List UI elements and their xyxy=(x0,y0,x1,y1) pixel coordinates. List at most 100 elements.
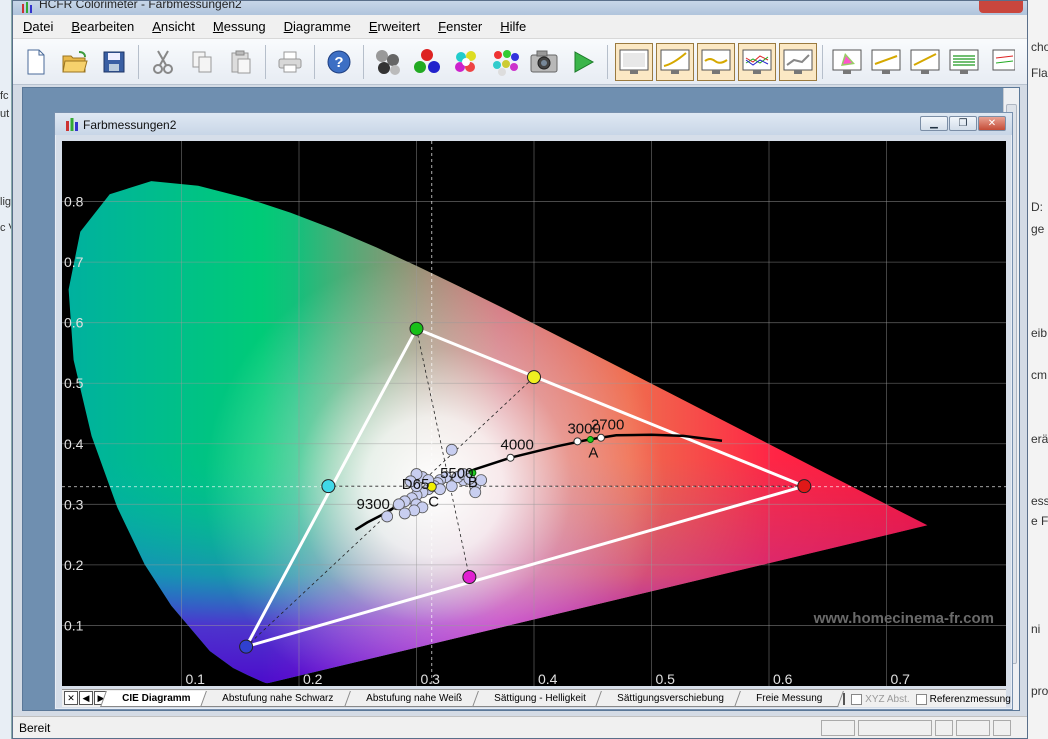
x-tick-label: 0.4 xyxy=(538,671,558,686)
monitor-yellow-icon[interactable] xyxy=(869,44,903,80)
tab-prev-icon[interactable]: ◀ xyxy=(79,691,93,705)
svg-text:?: ? xyxy=(334,54,343,71)
multi-spheres-icon[interactable] xyxy=(488,44,522,80)
rgb-spheres-icon[interactable] xyxy=(410,44,444,80)
checkbox-xyz-abst-: XYZ Abst. xyxy=(851,691,910,707)
save-icon[interactable] xyxy=(97,44,131,80)
background-text: fc xyxy=(0,90,9,102)
tab-abstufung-nahe-weiß[interactable]: Abstufung nahe Weiß xyxy=(343,691,484,707)
x-tick-label: 0.1 xyxy=(186,671,206,686)
new-file-icon[interactable] xyxy=(19,44,53,80)
menu-diagramme[interactable]: Diagramme xyxy=(284,19,351,34)
cut-icon[interactable] xyxy=(146,44,180,80)
checkbox-referenzmessung[interactable]: Referenzmessung xyxy=(915,691,1011,707)
close-button[interactable]: ✕ xyxy=(978,116,1006,131)
y-tick-label: 0.1 xyxy=(64,617,84,633)
tab-strip: ✕ ◀ ▶ CIE Diagramm Abstufung nahe Schwarz… xyxy=(62,689,1011,707)
background-text: ge xyxy=(1031,222,1045,236)
y-tick-label: 0.2 xyxy=(64,557,84,573)
status-pane xyxy=(956,720,990,736)
menu-hilfe[interactable]: Hilfe xyxy=(500,19,526,34)
background-text: Fla xyxy=(1031,66,1048,80)
monitor-rgb-icon[interactable] xyxy=(738,42,776,81)
green-primary-marker xyxy=(409,321,424,336)
main-titlebar[interactable]: HCFR Colorimeter - Farbmessungen2 xyxy=(13,1,1027,15)
tab-label: Abstufung nahe Schwarz xyxy=(222,693,334,704)
monitor-wave-icon[interactable] xyxy=(697,42,735,81)
tab-label: CIE Diagramm xyxy=(122,693,191,704)
cie-diagram[interactable]: 0.1 0.2 0.3 0.4 0.5 0.6 0.7 0.1 0.2 0.3 0.4 0.5 0.6 0… xyxy=(62,141,1006,686)
monitor-cie-icon[interactable] xyxy=(830,44,864,80)
background-text: pro xyxy=(1031,684,1048,698)
gray-spheres-icon[interactable] xyxy=(371,44,405,80)
print-icon[interactable] xyxy=(273,44,307,80)
statusbar: Bereit xyxy=(13,716,1027,738)
background-text: D: xyxy=(1031,200,1043,214)
restore-button[interactable]: ❐ xyxy=(949,116,977,131)
paste-icon[interactable] xyxy=(224,44,258,80)
tab-sättigung-helligkeit[interactable]: Sättigung - Helligkeit xyxy=(471,691,608,707)
monitor-partial-icon[interactable] xyxy=(986,44,1020,80)
monitor-yellow2-icon[interactable] xyxy=(908,44,942,80)
checkbox-box xyxy=(851,693,863,705)
tab-label: Sättigung - Helligkeit xyxy=(493,693,586,704)
watermark: www.homecinema-fr.com xyxy=(813,610,994,627)
tab-close-icon[interactable]: ✕ xyxy=(64,691,78,705)
illuminant-label: C xyxy=(428,494,439,511)
toolbar-separator xyxy=(314,44,315,79)
play-icon[interactable] xyxy=(566,44,600,80)
x-tick-label: 0.3 xyxy=(421,671,441,686)
menu-datei[interactable]: Datei xyxy=(23,19,53,34)
main-window: HCFR Colorimeter - Farbmessungen2 Datei B… xyxy=(12,0,1028,739)
menu-erweitert[interactable]: Erweitert xyxy=(369,19,420,34)
copy-icon[interactable] xyxy=(185,44,219,80)
menu-fenster[interactable]: Fenster xyxy=(438,19,482,34)
camera-icon[interactable] xyxy=(527,44,561,80)
mdi-client-area: Farbmessungen2 ▁ ❐ ✕ 0.1 0.2 0.3 0.4 0.5 0.6 0… xyxy=(22,87,1020,711)
illuminant-a-marker xyxy=(586,436,594,444)
red-primary-marker xyxy=(797,479,812,494)
status-pane xyxy=(993,720,1011,736)
monitor-curve-icon[interactable] xyxy=(656,42,694,81)
cyan-secondary-marker xyxy=(321,479,336,494)
background-text: cho xyxy=(1031,40,1048,54)
app-bars-icon xyxy=(22,2,32,13)
tab-freie-messung[interactable]: Freie Messung xyxy=(734,691,845,707)
y-tick-label: 0.4 xyxy=(64,436,84,452)
background-window-left: fc ut lig c V xyxy=(0,0,12,739)
temperature-label: 3000 xyxy=(567,420,600,437)
toolbar-separator xyxy=(265,44,266,79)
main-close-button[interactable] xyxy=(979,1,1023,13)
help-icon[interactable]: ? xyxy=(322,44,356,80)
checkbox-box[interactable] xyxy=(915,693,927,705)
toolbar-separator xyxy=(363,44,364,79)
status-pane xyxy=(935,720,953,736)
tab-cie-diagramm[interactable]: CIE Diagramm xyxy=(100,691,213,707)
toolbar-separator xyxy=(607,44,608,79)
tab-sättigungsverschiebung[interactable]: Sättigungsverschiebung xyxy=(595,691,746,707)
temperature-label: 4000 xyxy=(501,437,534,454)
menu-messung[interactable]: Messung xyxy=(213,19,266,34)
background-text: ess xyxy=(1031,494,1048,508)
temperature-label: 9300 xyxy=(357,496,390,513)
minimize-button[interactable]: ▁ xyxy=(920,116,948,131)
background-text: c V xyxy=(0,222,11,234)
monitor-graph-icon[interactable] xyxy=(779,42,817,81)
tab-abstufung-nahe-schwarz[interactable]: Abstufung nahe Schwarz xyxy=(200,691,356,707)
status-text: Bereit xyxy=(19,720,51,735)
x-tick-label: 0.7 xyxy=(891,671,911,686)
child-titlebar[interactable]: Farbmessungen2 ▁ ❐ ✕ xyxy=(55,113,1012,135)
color-swatch-icon xyxy=(843,693,846,705)
background-text: lig xyxy=(0,196,12,208)
menu-ansicht[interactable]: Ansicht xyxy=(152,19,195,34)
background-text: eib xyxy=(1031,326,1048,340)
monitor-lines-icon[interactable] xyxy=(947,44,981,80)
color-spheres-icon[interactable] xyxy=(449,44,483,80)
checkbox-label: XYZ Abst. xyxy=(865,693,910,705)
tab-label: Abstufung nahe Weiß xyxy=(365,693,462,704)
background-text: ni xyxy=(1031,622,1041,636)
menu-bearbeiten[interactable]: Bearbeiten xyxy=(71,19,134,34)
open-folder-icon[interactable] xyxy=(58,44,92,80)
monitor-gray-icon[interactable] xyxy=(615,42,653,81)
menubar: Datei Bearbeiten Ansicht Messung Diagramme Er… xyxy=(13,15,1027,39)
